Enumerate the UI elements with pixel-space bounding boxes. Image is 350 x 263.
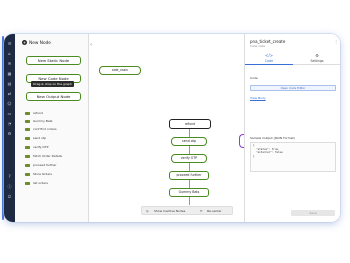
node-icon bbox=[25, 111, 30, 115]
re-center-button[interactable]: Re-center bbox=[207, 209, 222, 213]
flow-canvas[interactable]: ‹ side_vssiv refund send otp verify OTP … bbox=[89, 34, 251, 222]
drag-tooltip: Drag & drop on the graph bbox=[31, 81, 74, 87]
list-item[interactable]: list orders bbox=[25, 181, 48, 186]
node-icon bbox=[25, 136, 30, 140]
canvas-node-side[interactable]: side_vssiv bbox=[99, 66, 141, 75]
node-icon bbox=[25, 163, 30, 167]
bell-icon[interactable]: ◔ bbox=[7, 121, 12, 126]
open-code-editor-button[interactable]: Open Code Editor bbox=[250, 85, 336, 91]
chart-icon[interactable]: ▤ bbox=[7, 81, 12, 86]
node-icon bbox=[25, 127, 30, 131]
eye-icon[interactable]: ◎ bbox=[146, 209, 149, 213]
node-icon bbox=[25, 172, 30, 176]
sample-output-json: { "status": true, "external": false } bbox=[250, 142, 336, 172]
left-rail: ☰ ⌂ ✉ ▦ ▤ ⇄ ☺ ▭ ◔ ⚙ ? ⓘ ⏻ bbox=[4, 34, 15, 222]
list-item[interactable]: Fetch Order Details bbox=[25, 154, 62, 159]
edge bbox=[189, 180, 190, 188]
help-icon[interactable]: ? bbox=[7, 174, 12, 179]
canvas-node-verify-otp[interactable]: verify OTP bbox=[171, 154, 207, 163]
list-item[interactable]: Gummy Bats bbox=[25, 119, 52, 124]
plus-icon[interactable]: + bbox=[22, 40, 27, 45]
home-icon[interactable]: ⌂ bbox=[7, 51, 12, 56]
node-palette: + New Node New Static Node New Code Node… bbox=[15, 34, 89, 222]
canvas-node-send-otp[interactable]: send otp bbox=[171, 137, 207, 146]
grid-icon[interactable]: ▦ bbox=[7, 71, 12, 76]
node-type: Code node bbox=[250, 44, 266, 48]
chat-icon[interactable]: ✉ bbox=[7, 61, 12, 66]
canvas-node-refund[interactable]: refund bbox=[169, 119, 211, 129]
edge bbox=[189, 197, 190, 205]
node-icon bbox=[25, 154, 30, 158]
edge bbox=[189, 129, 190, 137]
save-button[interactable]: Save bbox=[291, 210, 335, 216]
doc-icon[interactable]: ▭ bbox=[7, 111, 12, 116]
more-options-icon[interactable]: ⋮ bbox=[334, 39, 338, 44]
list-item[interactable]: Store Orders bbox=[25, 172, 52, 177]
app-window: ☰ ⌂ ✉ ▦ ▤ ⇄ ☺ ▭ ◔ ⚙ ? ⓘ ⏻ + New Node New… bbox=[4, 34, 340, 222]
canvas-node-gummy[interactable]: Gummy Bats bbox=[169, 188, 209, 197]
edge bbox=[189, 146, 190, 154]
inspector-tabs: </> Code ⚙ Settings bbox=[245, 52, 340, 65]
new-output-node[interactable]: New Output Node bbox=[26, 92, 81, 101]
view-body-link[interactable]: View Body bbox=[250, 96, 266, 100]
info-icon[interactable]: ⓘ bbox=[7, 184, 12, 189]
list-item[interactable]: send otp bbox=[25, 136, 46, 141]
list-item[interactable]: verify OTP bbox=[25, 145, 48, 150]
menu-icon[interactable]: ☰ bbox=[7, 41, 12, 46]
settings-icon[interactable]: ⚙ bbox=[7, 131, 12, 136]
node-icon bbox=[25, 181, 30, 185]
code-label: Code bbox=[250, 76, 258, 80]
list-item[interactable]: conf find orders bbox=[25, 127, 57, 132]
chevron-left-icon[interactable]: ‹ bbox=[90, 42, 95, 48]
flow-icon[interactable]: ⇄ bbox=[7, 91, 12, 96]
canvas-node-proceed[interactable]: proceed further bbox=[169, 171, 209, 180]
palette-title: New Node bbox=[29, 41, 51, 46]
re-center-icon[interactable]: ⤧ bbox=[200, 209, 202, 213]
logout-icon[interactable]: ⏻ bbox=[7, 194, 12, 199]
inspector-panel: pna_ticket_create Code node ⋮ </> Code ⚙… bbox=[244, 34, 340, 222]
edge bbox=[189, 163, 190, 171]
users-icon[interactable]: ☺ bbox=[7, 101, 12, 106]
node-icon bbox=[25, 119, 30, 123]
show-inactive-toggle[interactable]: Show Inactive Nodes bbox=[154, 209, 185, 213]
canvas-bottom-bar: ◎ Show Inactive Nodes ⤧ Re-center bbox=[141, 206, 233, 215]
tab-settings[interactable]: ⚙ Settings bbox=[293, 52, 340, 65]
list-item[interactable]: refund bbox=[25, 111, 43, 116]
node-icon bbox=[25, 145, 30, 149]
list-item[interactable]: proceed further bbox=[25, 163, 56, 168]
new-static-node[interactable]: New Static Node bbox=[26, 56, 81, 65]
sample-output-label: Sample Output (JSON Format) bbox=[250, 136, 295, 140]
tab-code[interactable]: </> Code bbox=[245, 52, 293, 65]
